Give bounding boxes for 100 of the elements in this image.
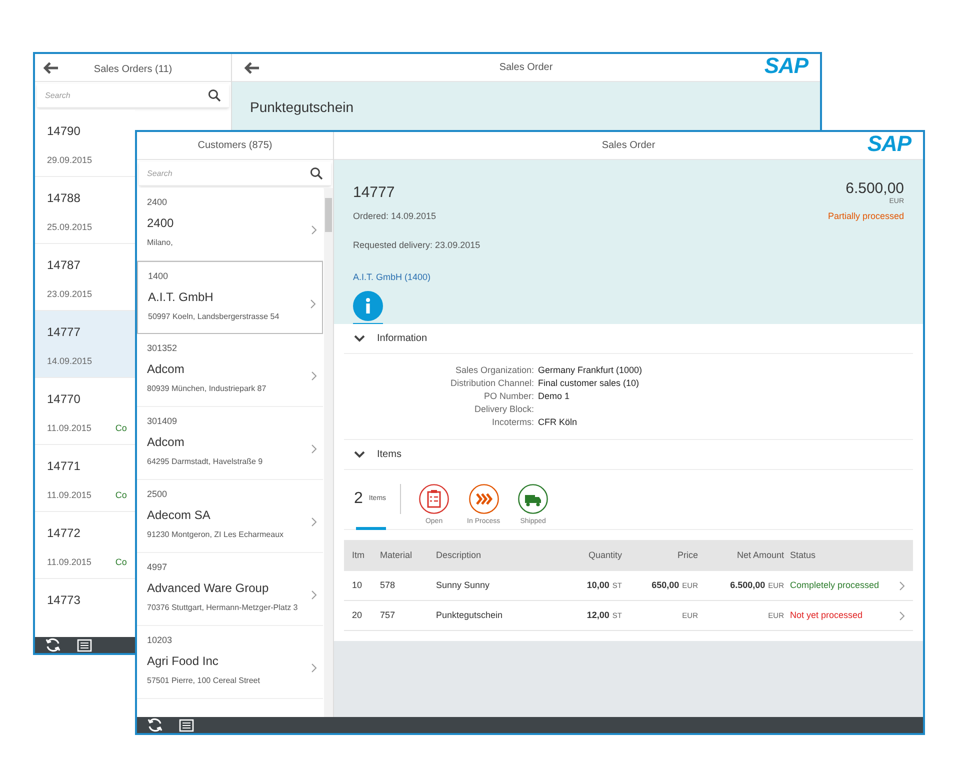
order-date: 14.09.2015	[47, 355, 92, 368]
search-field[interactable]: Search	[45, 84, 208, 107]
back-arrow-icon[interactable]	[244, 62, 260, 74]
order-number: 14771	[47, 458, 80, 475]
column-header: Material	[380, 548, 414, 562]
list-title: Sales Orders (11)	[94, 64, 172, 74]
table-cell: 10,00	[586, 580, 610, 590]
collapse-chevron-icon[interactable]	[354, 451, 365, 458]
field-value: CFR Köln	[538, 417, 578, 427]
order-number: 14790	[47, 123, 80, 140]
field-value: Final customer sales (10)	[538, 378, 640, 388]
customer-id: 4997	[147, 561, 168, 573]
order-status: Partially processed	[828, 210, 904, 223]
column-header: Price	[676, 548, 698, 562]
collapse-chevron-icon[interactable]	[354, 335, 365, 342]
truck-icon	[518, 484, 548, 514]
order-date: 11.09.2015	[47, 556, 92, 569]
field-label: Incoterms:	[490, 416, 534, 429]
order-number: 14772	[47, 525, 80, 542]
section-title: Information	[377, 332, 428, 346]
chevron-right-icon	[311, 444, 317, 454]
field-label: Sales Organization:	[454, 364, 534, 377]
column-header: Itm	[352, 548, 366, 562]
column-header: Status	[789, 548, 817, 562]
customer-name: A.I.T. GmbH	[148, 289, 214, 305]
customer-list-item[interactable]: 1400 A.I.T. GmbH 50997 Koeln, Landsbergerstrasse 54	[137, 261, 323, 334]
scrollbar[interactable]	[324, 188, 333, 717]
order-attribute: Requested delivery: 23.09.2015	[353, 240, 480, 250]
customer-address: 91230 Montgeron, ZI Les Echarmeaux	[147, 529, 285, 541]
section-title: Items	[377, 448, 402, 462]
field-value: Demo 1	[538, 391, 570, 401]
order-date: 29.09.2015	[47, 154, 92, 167]
back-arrow-icon[interactable]	[43, 62, 59, 74]
refresh-icon[interactable]	[45, 637, 61, 653]
customer-id: 301409	[147, 415, 178, 427]
customer-id: 10203	[147, 634, 174, 646]
customer-name: Agri Food Inc	[147, 653, 220, 669]
order-status: Co	[115, 556, 127, 569]
search-icon[interactable]	[208, 89, 221, 102]
table-cell: Punktegutschein	[436, 610, 503, 620]
customer-address: 57501 Pierre, 100 Cereal Street	[147, 675, 261, 687]
order-number: 14788	[47, 190, 80, 207]
chevron-right-icon	[311, 371, 317, 381]
status-text: Not yet processed	[790, 610, 863, 620]
search-icon[interactable]	[310, 167, 323, 180]
chevron-right-icon	[311, 663, 317, 673]
order-date: 11.09.2015	[47, 489, 92, 502]
chevron-right-icon	[310, 298, 316, 308]
customer-id: 1400	[148, 270, 170, 282]
table-cell: 12,00	[586, 610, 610, 620]
object-title: Punktegutschein	[250, 98, 354, 117]
chevron-right-icon	[899, 610, 905, 620]
list-icon[interactable]	[77, 638, 92, 652]
list-icon[interactable]	[179, 718, 194, 732]
order-number: 14773	[47, 592, 80, 609]
order-status: Co	[115, 489, 127, 502]
order-date: 25.09.2015	[47, 221, 92, 234]
refresh-icon[interactable]	[147, 717, 163, 733]
column-header: Description	[436, 548, 482, 562]
table-cell: 10	[352, 580, 362, 590]
table-cell: Sunny Sunny	[436, 580, 490, 590]
search-field[interactable]: Search	[147, 162, 310, 185]
customer-name: Adecom SA	[147, 507, 212, 523]
customer-name: Advanced Ware Group	[147, 580, 270, 596]
sap-logo: SAP	[764, 52, 808, 78]
page-title: Sales Order	[499, 62, 553, 73]
clipboard-icon	[419, 484, 450, 514]
field-label: PO Number:	[482, 390, 534, 403]
order-number: 14777	[353, 183, 395, 203]
chevron-right-icon	[899, 580, 905, 590]
chevron-right-icon	[311, 590, 317, 600]
field-value: Germany Frankfurt (1000)	[538, 365, 642, 375]
field-label: Delivery Block:	[473, 403, 534, 416]
chevron-right-icon	[311, 225, 317, 235]
sap-logo: SAP	[867, 130, 911, 156]
customer-link[interactable]: A.I.T. GmbH (1400)	[353, 272, 431, 282]
status-text: Completely processed	[790, 580, 880, 590]
order-number: 14770	[47, 391, 80, 408]
table-cell: 757	[380, 610, 396, 620]
table-cell: 20	[352, 610, 362, 620]
list-title: Customers (875)	[198, 139, 272, 153]
customer-address: Milano,	[147, 237, 174, 249]
order-list-item[interactable]: 14777 14.09.2015	[35, 311, 135, 378]
order-date: 11.09.2015	[47, 422, 92, 435]
customer-id: 2500	[147, 488, 168, 500]
customer-name: Adcom	[147, 361, 186, 377]
customer-address: 80939 München, Industriepark 87	[147, 383, 268, 395]
field-label: Distribution Channel:	[449, 377, 534, 390]
customer-address: 64295 Darmstadt, Havelstraße 9	[147, 456, 264, 468]
order-number: 14787	[47, 257, 80, 274]
customer-id: 301352	[147, 342, 178, 354]
order-date: 23.09.2015	[47, 288, 92, 301]
customer-name: Adcom	[147, 434, 186, 450]
order-amount: 6.500,00	[846, 180, 904, 198]
column-header: Net Amount	[736, 548, 784, 562]
chevrons-icon	[468, 484, 499, 514]
customer-address: 70376 Stuttgart, Hermann-Metzger-Platz 3	[147, 602, 299, 614]
table-cell: 6.500,00	[730, 580, 766, 590]
customer-address: 50997 Koeln, Landsbergerstrasse 54	[148, 311, 280, 323]
column-header: Quantity	[587, 548, 622, 562]
